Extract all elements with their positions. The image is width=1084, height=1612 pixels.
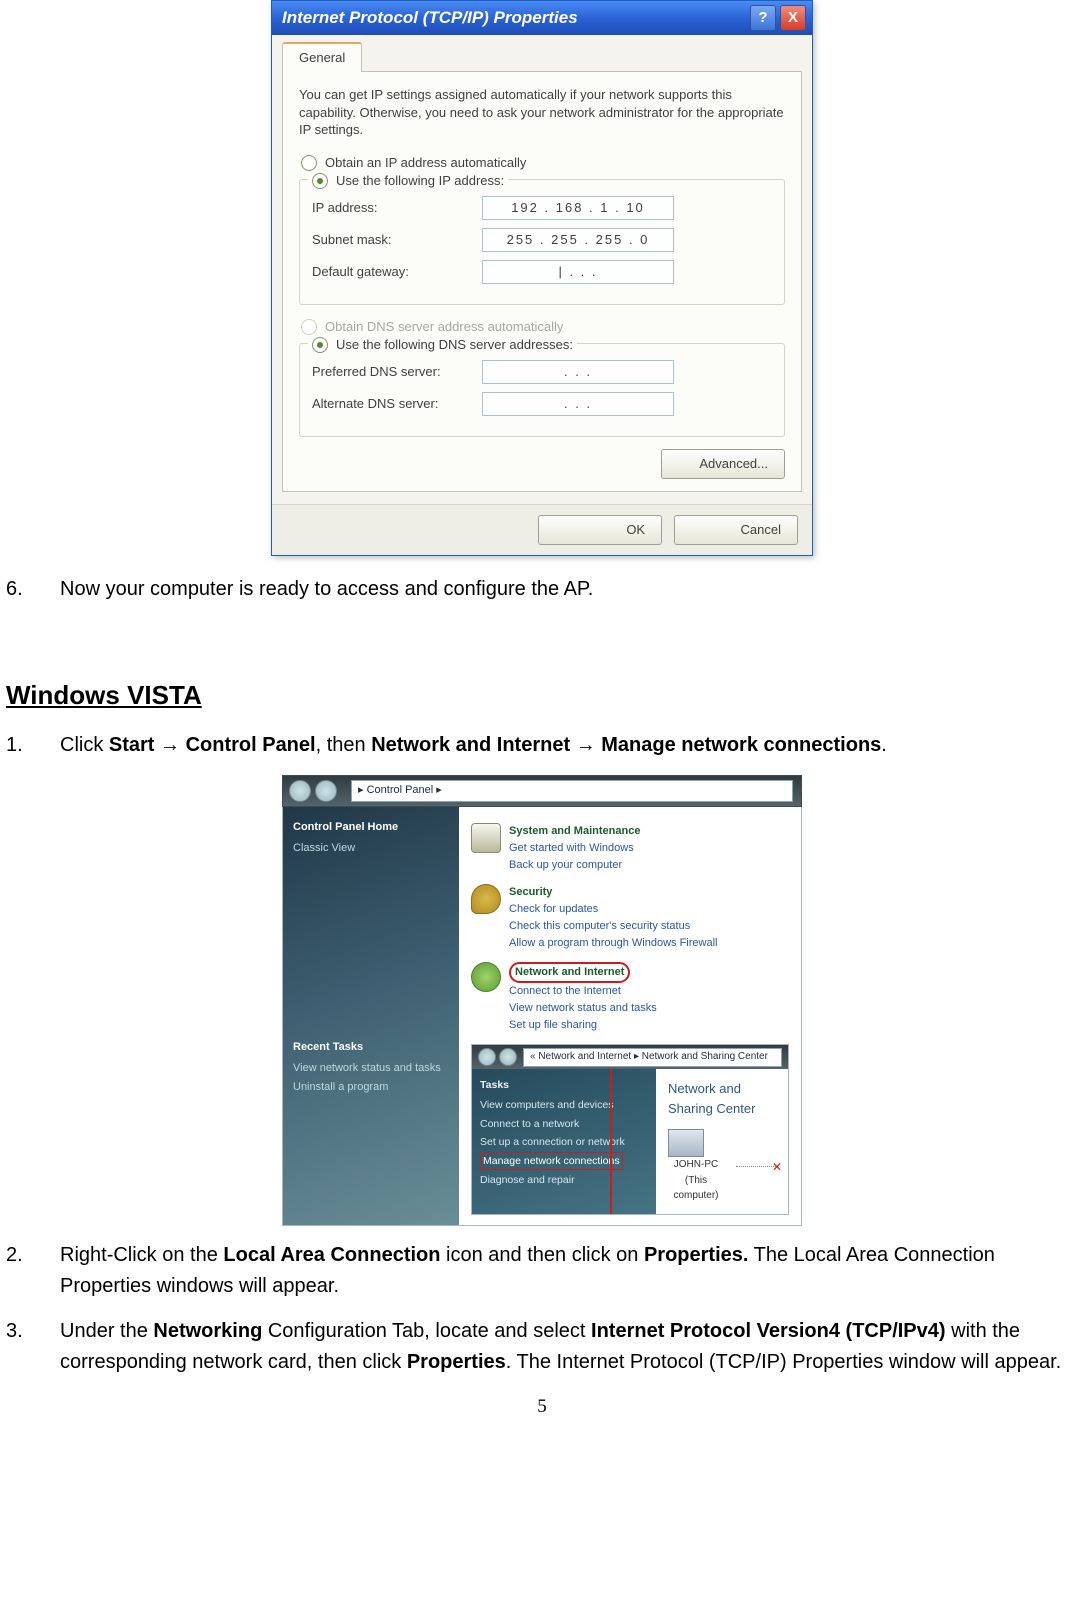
system-icon	[471, 823, 501, 853]
intro-text: You can get IP settings assigned automat…	[299, 86, 785, 139]
step-text: Click Start → Control Panel, then Networ…	[60, 730, 1078, 761]
radio-icon	[301, 319, 317, 335]
page-number: 5	[6, 1392, 1078, 1421]
vista-step-3: 3. Under the Networking Configuration Ta…	[6, 1316, 1078, 1378]
forward-button[interactable]	[499, 1048, 517, 1066]
radio-use-following-ip[interactable]: Use the following IP address:	[308, 171, 508, 191]
vista-step-1: 1. Click Start → Control Panel, then Net…	[6, 730, 1078, 761]
titlebar[interactable]: Internet Protocol (TCP/IP) Properties ? …	[272, 1, 812, 35]
sidebar: Control Panel Home Classic View Recent T…	[283, 807, 459, 1225]
preferred-dns-label: Preferred DNS server:	[312, 362, 482, 382]
radio-label: Use the following IP address:	[336, 171, 504, 191]
step-text: Right-Click on the Local Area Connection…	[60, 1240, 1078, 1302]
radio-obtain-dns-auto: Obtain DNS server address automatically	[301, 317, 785, 337]
tab-general[interactable]: General	[282, 42, 362, 72]
default-gateway-input[interactable]: | . . .	[482, 260, 674, 284]
window-title: Internet Protocol (TCP/IP) Properties	[282, 5, 746, 31]
category-link[interactable]: Allow a program through Windows Firewall	[509, 935, 717, 952]
radio-obtain-ip-auto[interactable]: Obtain an IP address automatically	[301, 153, 785, 173]
step-text: Under the Networking Configuration Tab, …	[60, 1316, 1078, 1378]
category-link[interactable]: Check for updates	[509, 901, 717, 918]
task-link[interactable]: View computers and devices	[480, 1097, 648, 1113]
tasks-pane: Tasks View computers and devices Connect…	[472, 1069, 656, 1214]
advanced-button[interactable]: Advanced...	[661, 449, 785, 479]
back-button[interactable]	[289, 780, 311, 802]
radio-label: Obtain an IP address automatically	[325, 153, 526, 173]
preferred-dns-input[interactable]: . . .	[482, 360, 674, 384]
category-network[interactable]: Network and Internet Connect to the Inte…	[471, 962, 789, 1034]
globe-icon	[471, 962, 501, 992]
category-title: Security	[509, 884, 717, 901]
computer-icon	[668, 1129, 704, 1157]
step-number: 3.	[6, 1316, 60, 1378]
radio-icon	[312, 173, 328, 189]
disconnected-line-icon	[736, 1166, 776, 1167]
category-link[interactable]: Check this computer's security status	[509, 918, 717, 935]
vista-step-2: 2. Right-Click on the Local Area Connect…	[6, 1240, 1078, 1302]
shield-icon	[471, 884, 501, 914]
help-button[interactable]: ?	[750, 5, 776, 31]
general-panel: You can get IP settings assigned automat…	[282, 71, 802, 492]
control-panel-content: System and Maintenance Get started with …	[459, 807, 801, 1225]
alternate-dns-input[interactable]: . . .	[482, 392, 674, 416]
address-bar[interactable]: ▸ Control Panel ▸	[351, 780, 793, 802]
category-link[interactable]: View network status and tasks	[509, 1000, 657, 1017]
close-button[interactable]: X	[780, 5, 806, 31]
step-6: 6. Now your computer is ready to access …	[6, 574, 1078, 605]
tasks-heading: Tasks	[480, 1077, 648, 1093]
address-bar[interactable]: « Network and Internet ▸ Network and Sha…	[523, 1048, 782, 1067]
network-diagram: JOHN-PC (This computer)	[668, 1129, 776, 1204]
ok-button[interactable]: OK	[538, 515, 662, 545]
default-gateway-label: Default gateway:	[312, 262, 482, 282]
sidebar-recent-heading: Recent Tasks	[293, 1039, 449, 1056]
radio-use-following-dns[interactable]: Use the following DNS server addresses:	[308, 335, 577, 355]
radio-icon	[301, 155, 317, 171]
step-text: Now your computer is ready to access and…	[60, 574, 1078, 605]
category-link[interactable]: Back up your computer	[509, 857, 640, 874]
subnet-mask-label: Subnet mask:	[312, 230, 482, 250]
forward-button[interactable]	[315, 780, 337, 802]
computer-sub: (This computer)	[668, 1173, 724, 1204]
tcpip-properties-dialog: Internet Protocol (TCP/IP) Properties ? …	[271, 0, 813, 556]
dns-group: Use the following DNS server addresses: …	[299, 343, 785, 437]
category-link[interactable]: Get started with Windows	[509, 840, 640, 857]
step-number: 6.	[6, 574, 60, 605]
vista-control-panel-screenshot: ▸ Control Panel ▸ Control Panel Home Cla…	[282, 775, 802, 1226]
explorer-toolbar: ▸ Control Panel ▸	[282, 775, 802, 807]
category-link[interactable]: Connect to the Internet	[509, 983, 657, 1000]
radio-icon	[312, 337, 328, 353]
task-link[interactable]: Diagnose and repair	[480, 1172, 648, 1188]
task-link[interactable]: Connect to a network	[480, 1116, 648, 1132]
radio-label: Obtain DNS server address automatically	[325, 317, 563, 337]
annotation-line	[610, 1069, 612, 1214]
ip-address-input[interactable]: 192 . 168 . 1 . 10	[482, 196, 674, 220]
ip-address-group: Use the following IP address: IP address…	[299, 179, 785, 305]
category-title: System and Maintenance	[509, 823, 640, 840]
section-heading: Windows VISTA	[6, 675, 1078, 715]
network-and-internet-highlight[interactable]: Network and Internet	[509, 962, 630, 983]
subnet-mask-input[interactable]: 255 . 255 . 255 . 0	[482, 228, 674, 252]
step-number: 1.	[6, 730, 60, 761]
radio-label: Use the following DNS server addresses:	[336, 335, 573, 355]
task-link[interactable]: Set up a connection or network	[480, 1134, 648, 1150]
alternate-dns-label: Alternate DNS server:	[312, 394, 482, 414]
computer-name: JOHN-PC	[668, 1157, 724, 1173]
content-heading: Network and Sharing Center	[668, 1079, 776, 1119]
ip-address-label: IP address:	[312, 198, 482, 218]
category-link[interactable]: Set up file sharing	[509, 1017, 657, 1034]
network-sharing-center-window: « Network and Internet ▸ Network and Sha…	[471, 1044, 789, 1215]
sidebar-heading: Control Panel Home	[293, 819, 449, 836]
step-number: 2.	[6, 1240, 60, 1302]
sharing-center-content: Network and Sharing Center JOHN-PC (This…	[656, 1069, 788, 1214]
category-system[interactable]: System and Maintenance Get started with …	[471, 823, 789, 874]
category-security[interactable]: Security Check for updates Check this co…	[471, 884, 789, 952]
cancel-button[interactable]: Cancel	[674, 515, 798, 545]
manage-network-connections-highlight[interactable]: Manage network connections	[480, 1152, 623, 1170]
sidebar-recent-item[interactable]: Uninstall a program	[293, 1079, 449, 1096]
sidebar-classic-view[interactable]: Classic View	[293, 840, 449, 857]
sidebar-recent-item[interactable]: View network status and tasks	[293, 1060, 449, 1077]
back-button[interactable]	[478, 1048, 496, 1066]
